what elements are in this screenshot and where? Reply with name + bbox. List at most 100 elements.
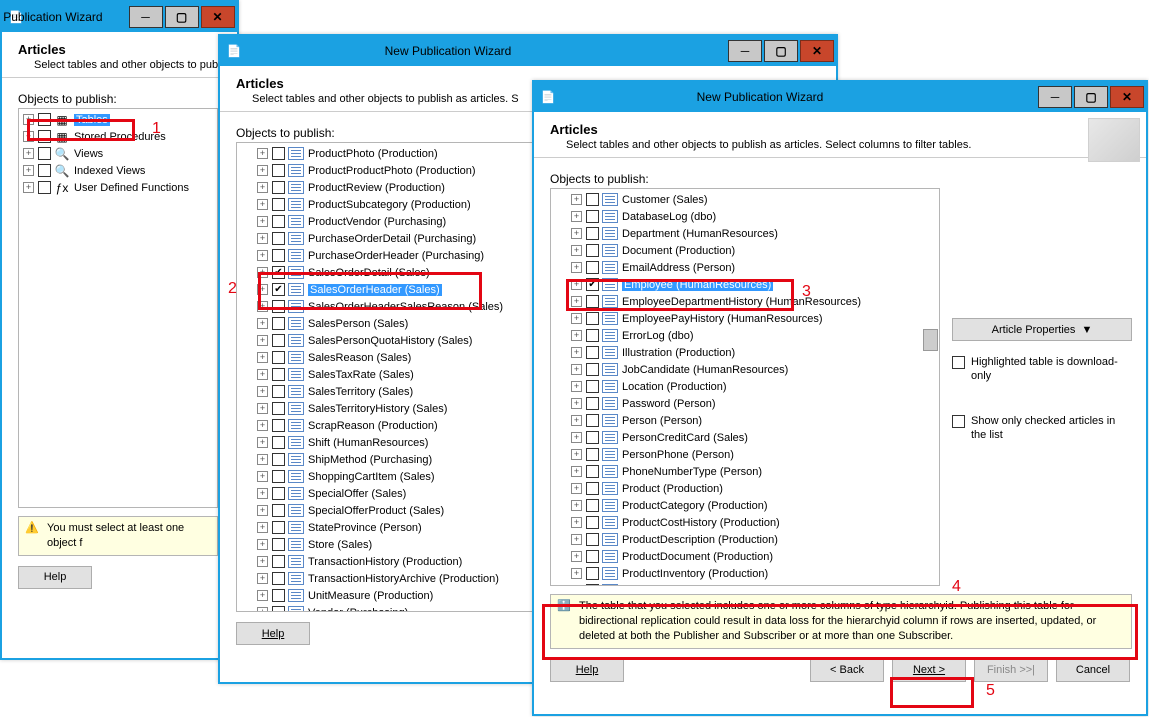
tree-node[interactable]: +ProductDescription (Production) [553, 531, 937, 548]
checkbox-icon[interactable] [38, 164, 51, 177]
expand-icon[interactable]: + [571, 330, 582, 341]
checkbox-icon[interactable] [272, 453, 285, 466]
tree-node[interactable]: +ProductDocument (Production) [553, 548, 937, 565]
checkbox-icon[interactable] [38, 181, 51, 194]
minimize-button[interactable]: ─ [1038, 86, 1072, 108]
checkbox-icon[interactable] [586, 448, 599, 461]
expand-icon[interactable]: + [571, 347, 582, 358]
tree-node[interactable]: +🔍Views [21, 145, 215, 162]
expand-icon[interactable]: + [257, 556, 268, 567]
close-button[interactable]: ✕ [1110, 86, 1144, 108]
next-button[interactable]: Next > [892, 659, 966, 682]
expand-icon[interactable]: + [571, 364, 582, 375]
objects-tree[interactable]: +Customer (Sales)+DatabaseLog (dbo)+Depa… [550, 188, 940, 586]
checkbox-icon[interactable] [272, 555, 285, 568]
tree-node[interactable]: +EmployeeDepartmentHistory (HumanResourc… [553, 293, 937, 310]
expand-icon[interactable]: + [257, 369, 268, 380]
tree-node[interactable]: +StateProvince (Person) [239, 519, 543, 536]
tree-node[interactable]: +EmployeePayHistory (HumanResources) [553, 310, 937, 327]
expand-icon[interactable]: + [257, 573, 268, 584]
checkbox-icon[interactable] [272, 198, 285, 211]
checkbox-icon[interactable] [586, 516, 599, 529]
tree-node[interactable]: +PersonCreditCard (Sales) [553, 429, 937, 446]
expand-icon[interactable]: + [571, 449, 582, 460]
checkbox-icon[interactable] [586, 278, 599, 291]
tree-node[interactable]: +Product (Production) [553, 480, 937, 497]
tree-node[interactable]: +ƒxUser Defined Functions [21, 179, 215, 196]
tree-node[interactable]: +SpecialOffer (Sales) [239, 485, 543, 502]
tree-node[interactable]: +DatabaseLog (dbo) [553, 208, 937, 225]
expand-icon[interactable]: + [257, 148, 268, 159]
tree-node[interactable]: +ProductListPriceHistory (Production) [553, 582, 937, 585]
checkbox-icon[interactable] [272, 572, 285, 585]
checkbox-icon[interactable] [586, 312, 599, 325]
expand-icon[interactable]: + [571, 500, 582, 511]
tree-node[interactable]: +SalesOrderDetail (Sales) [239, 264, 543, 281]
expand-icon[interactable]: + [23, 165, 34, 176]
tree-node[interactable]: +ShoppingCartItem (Sales) [239, 468, 543, 485]
expand-icon[interactable]: + [571, 534, 582, 545]
checkbox-icon[interactable] [586, 295, 599, 308]
checkbox-icon[interactable] [586, 482, 599, 495]
tree-node[interactable]: +ProductVendor (Purchasing) [239, 213, 543, 230]
expand-icon[interactable]: + [571, 551, 582, 562]
tree-node[interactable]: +Illustration (Production) [553, 344, 937, 361]
tree-node[interactable]: +TransactionHistoryArchive (Production) [239, 570, 543, 587]
tree-node[interactable]: +▦Tables [21, 111, 215, 128]
tree-node[interactable]: +PurchaseOrderHeader (Purchasing) [239, 247, 543, 264]
maximize-button[interactable]: ▢ [1074, 86, 1108, 108]
tree-node[interactable]: +EmailAddress (Person) [553, 259, 937, 276]
checkbox-icon[interactable] [272, 368, 285, 381]
checkbox-icon[interactable] [272, 504, 285, 517]
checkbox-icon[interactable] [272, 334, 285, 347]
help-button[interactable]: Help [18, 566, 92, 589]
expand-icon[interactable]: + [571, 398, 582, 409]
tree-node[interactable]: +Person (Person) [553, 412, 937, 429]
titlebar[interactable]: 📄 New Publication Wizard ─ ▢ ✕ [2, 2, 237, 32]
expand-icon[interactable]: + [571, 228, 582, 239]
expand-icon[interactable]: + [257, 522, 268, 533]
checkbox-icon[interactable] [272, 215, 285, 228]
expand-icon[interactable]: + [571, 296, 582, 307]
expand-icon[interactable]: + [571, 517, 582, 528]
checkbox-icon[interactable] [272, 317, 285, 330]
checkbox-icon[interactable] [272, 283, 285, 296]
expand-icon[interactable]: + [23, 114, 34, 125]
checkbox-icon[interactable] [586, 244, 599, 257]
expand-icon[interactable]: + [257, 590, 268, 601]
tree-node[interactable]: +Customer (Sales) [553, 191, 937, 208]
checkbox-icon[interactable] [586, 380, 599, 393]
tree-node[interactable]: +ErrorLog (dbo) [553, 327, 937, 344]
tree-node[interactable]: +Location (Production) [553, 378, 937, 395]
checkbox-icon[interactable] [272, 385, 285, 398]
close-button[interactable]: ✕ [800, 40, 834, 62]
expand-icon[interactable]: + [571, 245, 582, 256]
tree-node[interactable]: +ShipMethod (Purchasing) [239, 451, 543, 468]
checkbox-icon[interactable] [272, 351, 285, 364]
expand-icon[interactable]: + [23, 182, 34, 193]
checkbox-icon[interactable] [586, 397, 599, 410]
tree-node[interactable]: +Store (Sales) [239, 536, 543, 553]
tree-node[interactable]: +SalesReason (Sales) [239, 349, 543, 366]
tree-node[interactable]: +🔍Indexed Views [21, 162, 215, 179]
expand-icon[interactable]: + [571, 568, 582, 579]
tree-node[interactable]: +ProductCategory (Production) [553, 497, 937, 514]
back-button[interactable]: < Back [810, 659, 884, 682]
checkbox-icon[interactable] [272, 164, 285, 177]
checkbox-icon[interactable] [586, 567, 599, 580]
help-button[interactable]: Help [550, 659, 624, 682]
tree-node[interactable]: +Employee (HumanResources) [553, 276, 937, 293]
cancel-button[interactable]: Cancel [1056, 659, 1130, 682]
tree-node[interactable]: +SalesTaxRate (Sales) [239, 366, 543, 383]
expand-icon[interactable]: + [23, 131, 34, 142]
tree-node[interactable]: +SalesOrderHeader (Sales) [239, 281, 543, 298]
expand-icon[interactable]: + [571, 211, 582, 222]
tree-node[interactable]: +Vendor (Purchasing) [239, 604, 543, 611]
checkbox-icon[interactable] [272, 300, 285, 313]
objects-tree[interactable]: +ProductPhoto (Production)+ProductProduc… [236, 142, 546, 612]
expand-icon[interactable]: + [257, 505, 268, 516]
checkbox-icon[interactable] [586, 346, 599, 359]
checkbox-icon[interactable] [272, 487, 285, 500]
tree-node[interactable]: +PhoneNumberType (Person) [553, 463, 937, 480]
expand-icon[interactable]: + [257, 437, 268, 448]
